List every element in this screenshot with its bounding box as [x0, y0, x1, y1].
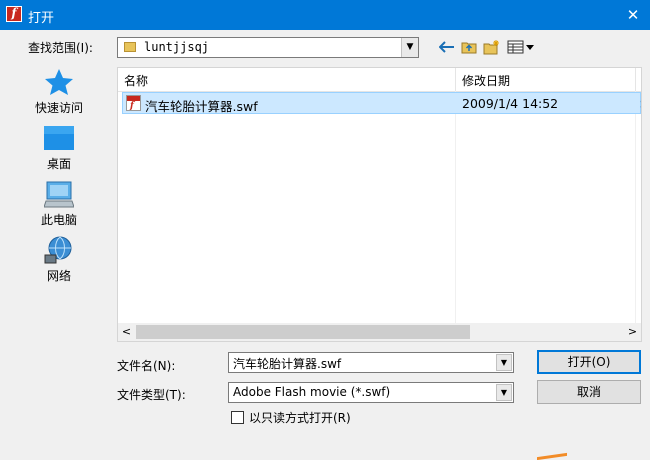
filename-field[interactable]: 汽车轮胎计算器.swf ▼ — [228, 352, 514, 373]
title-bar: f 打开 ✕ — [0, 0, 650, 30]
lookin-value: luntjjsqj — [144, 40, 210, 54]
place-desktop[interactable]: 桌面 — [28, 122, 90, 174]
filename-value: 汽车轮胎计算器.swf — [233, 357, 342, 371]
column-guide — [455, 91, 456, 323]
star-icon — [45, 69, 73, 95]
filetype-select[interactable]: Adobe Flash movie (*.swf) ▼ — [228, 382, 514, 403]
back-arrow-icon — [438, 41, 454, 53]
folder-icon — [124, 42, 136, 52]
file-row[interactable]: f 汽车轮胎计算器.swf 2009/1/4 14:52 S — [122, 92, 641, 114]
column-header: ^ 名称 修改日期 — [118, 68, 641, 92]
scroll-left-icon[interactable]: < — [118, 323, 135, 341]
file-extra-column: S — [640, 96, 641, 111]
new-folder-button[interactable] — [482, 38, 502, 56]
up-folder-icon — [461, 42, 477, 54]
close-button[interactable]: ✕ — [616, 0, 650, 30]
network-icon — [44, 236, 72, 264]
scrollbar-thumb[interactable] — [136, 325, 470, 339]
computer-icon — [44, 181, 74, 208]
scroll-right-icon[interactable]: > — [624, 323, 641, 341]
view-list-icon — [507, 40, 534, 54]
back-button[interactable] — [437, 38, 457, 56]
lookin-label: 查找范围(I): — [28, 41, 93, 55]
window-title: 打开 — [28, 11, 55, 26]
up-folder-button[interactable] — [459, 38, 479, 56]
place-label: 桌面 — [46, 157, 71, 171]
flash-app-icon: f — [6, 6, 22, 22]
column-date-modified[interactable]: 修改日期 — [462, 72, 510, 89]
decorative-stripe — [537, 452, 567, 460]
file-list[interactable]: ^ 名称 修改日期 f 汽车轮胎计算器.swf 2009/1/4 14:52 S… — [117, 67, 642, 342]
filetype-label: 文件类型(T): — [117, 388, 186, 402]
file-name: 汽车轮胎计算器.swf — [145, 99, 258, 114]
place-label: 网络 — [46, 269, 71, 283]
new-folder-icon — [483, 40, 499, 55]
column-divider[interactable] — [635, 68, 636, 91]
chevron-down-icon[interactable]: ▼ — [496, 354, 512, 371]
place-network[interactable]: 网络 — [28, 234, 90, 286]
sort-ascending-icon: ^ — [281, 67, 290, 74]
desktop-icon — [44, 126, 74, 150]
horizontal-scrollbar[interactable]: < > — [118, 323, 641, 341]
cancel-button[interactable]: 取消 — [537, 380, 641, 404]
view-menu-button[interactable] — [506, 38, 536, 56]
column-name[interactable]: 名称 — [124, 72, 148, 89]
place-label: 此电脑 — [40, 213, 77, 227]
place-this-pc[interactable]: 此电脑 — [28, 178, 90, 230]
filename-label: 文件名(N): — [117, 359, 176, 373]
lookin-combo[interactable]: luntjjsqj ▼ — [117, 37, 419, 58]
readonly-checkbox[interactable] — [231, 411, 244, 424]
column-guide — [635, 91, 636, 323]
chevron-down-icon[interactable]: ▼ — [496, 384, 512, 401]
open-button[interactable]: 打开(O) — [537, 350, 641, 374]
readonly-label: 以只读方式打开(R) — [249, 411, 351, 425]
place-quick-access[interactable]: 快速访问 — [28, 66, 90, 118]
place-label: 快速访问 — [34, 101, 83, 115]
file-date: 2009/1/4 14:52 — [462, 96, 559, 111]
column-divider[interactable] — [455, 68, 456, 91]
swf-file-icon: f — [126, 95, 141, 111]
filetype-value: Adobe Flash movie (*.swf) — [233, 385, 391, 399]
chevron-down-icon[interactable]: ▼ — [401, 38, 418, 57]
